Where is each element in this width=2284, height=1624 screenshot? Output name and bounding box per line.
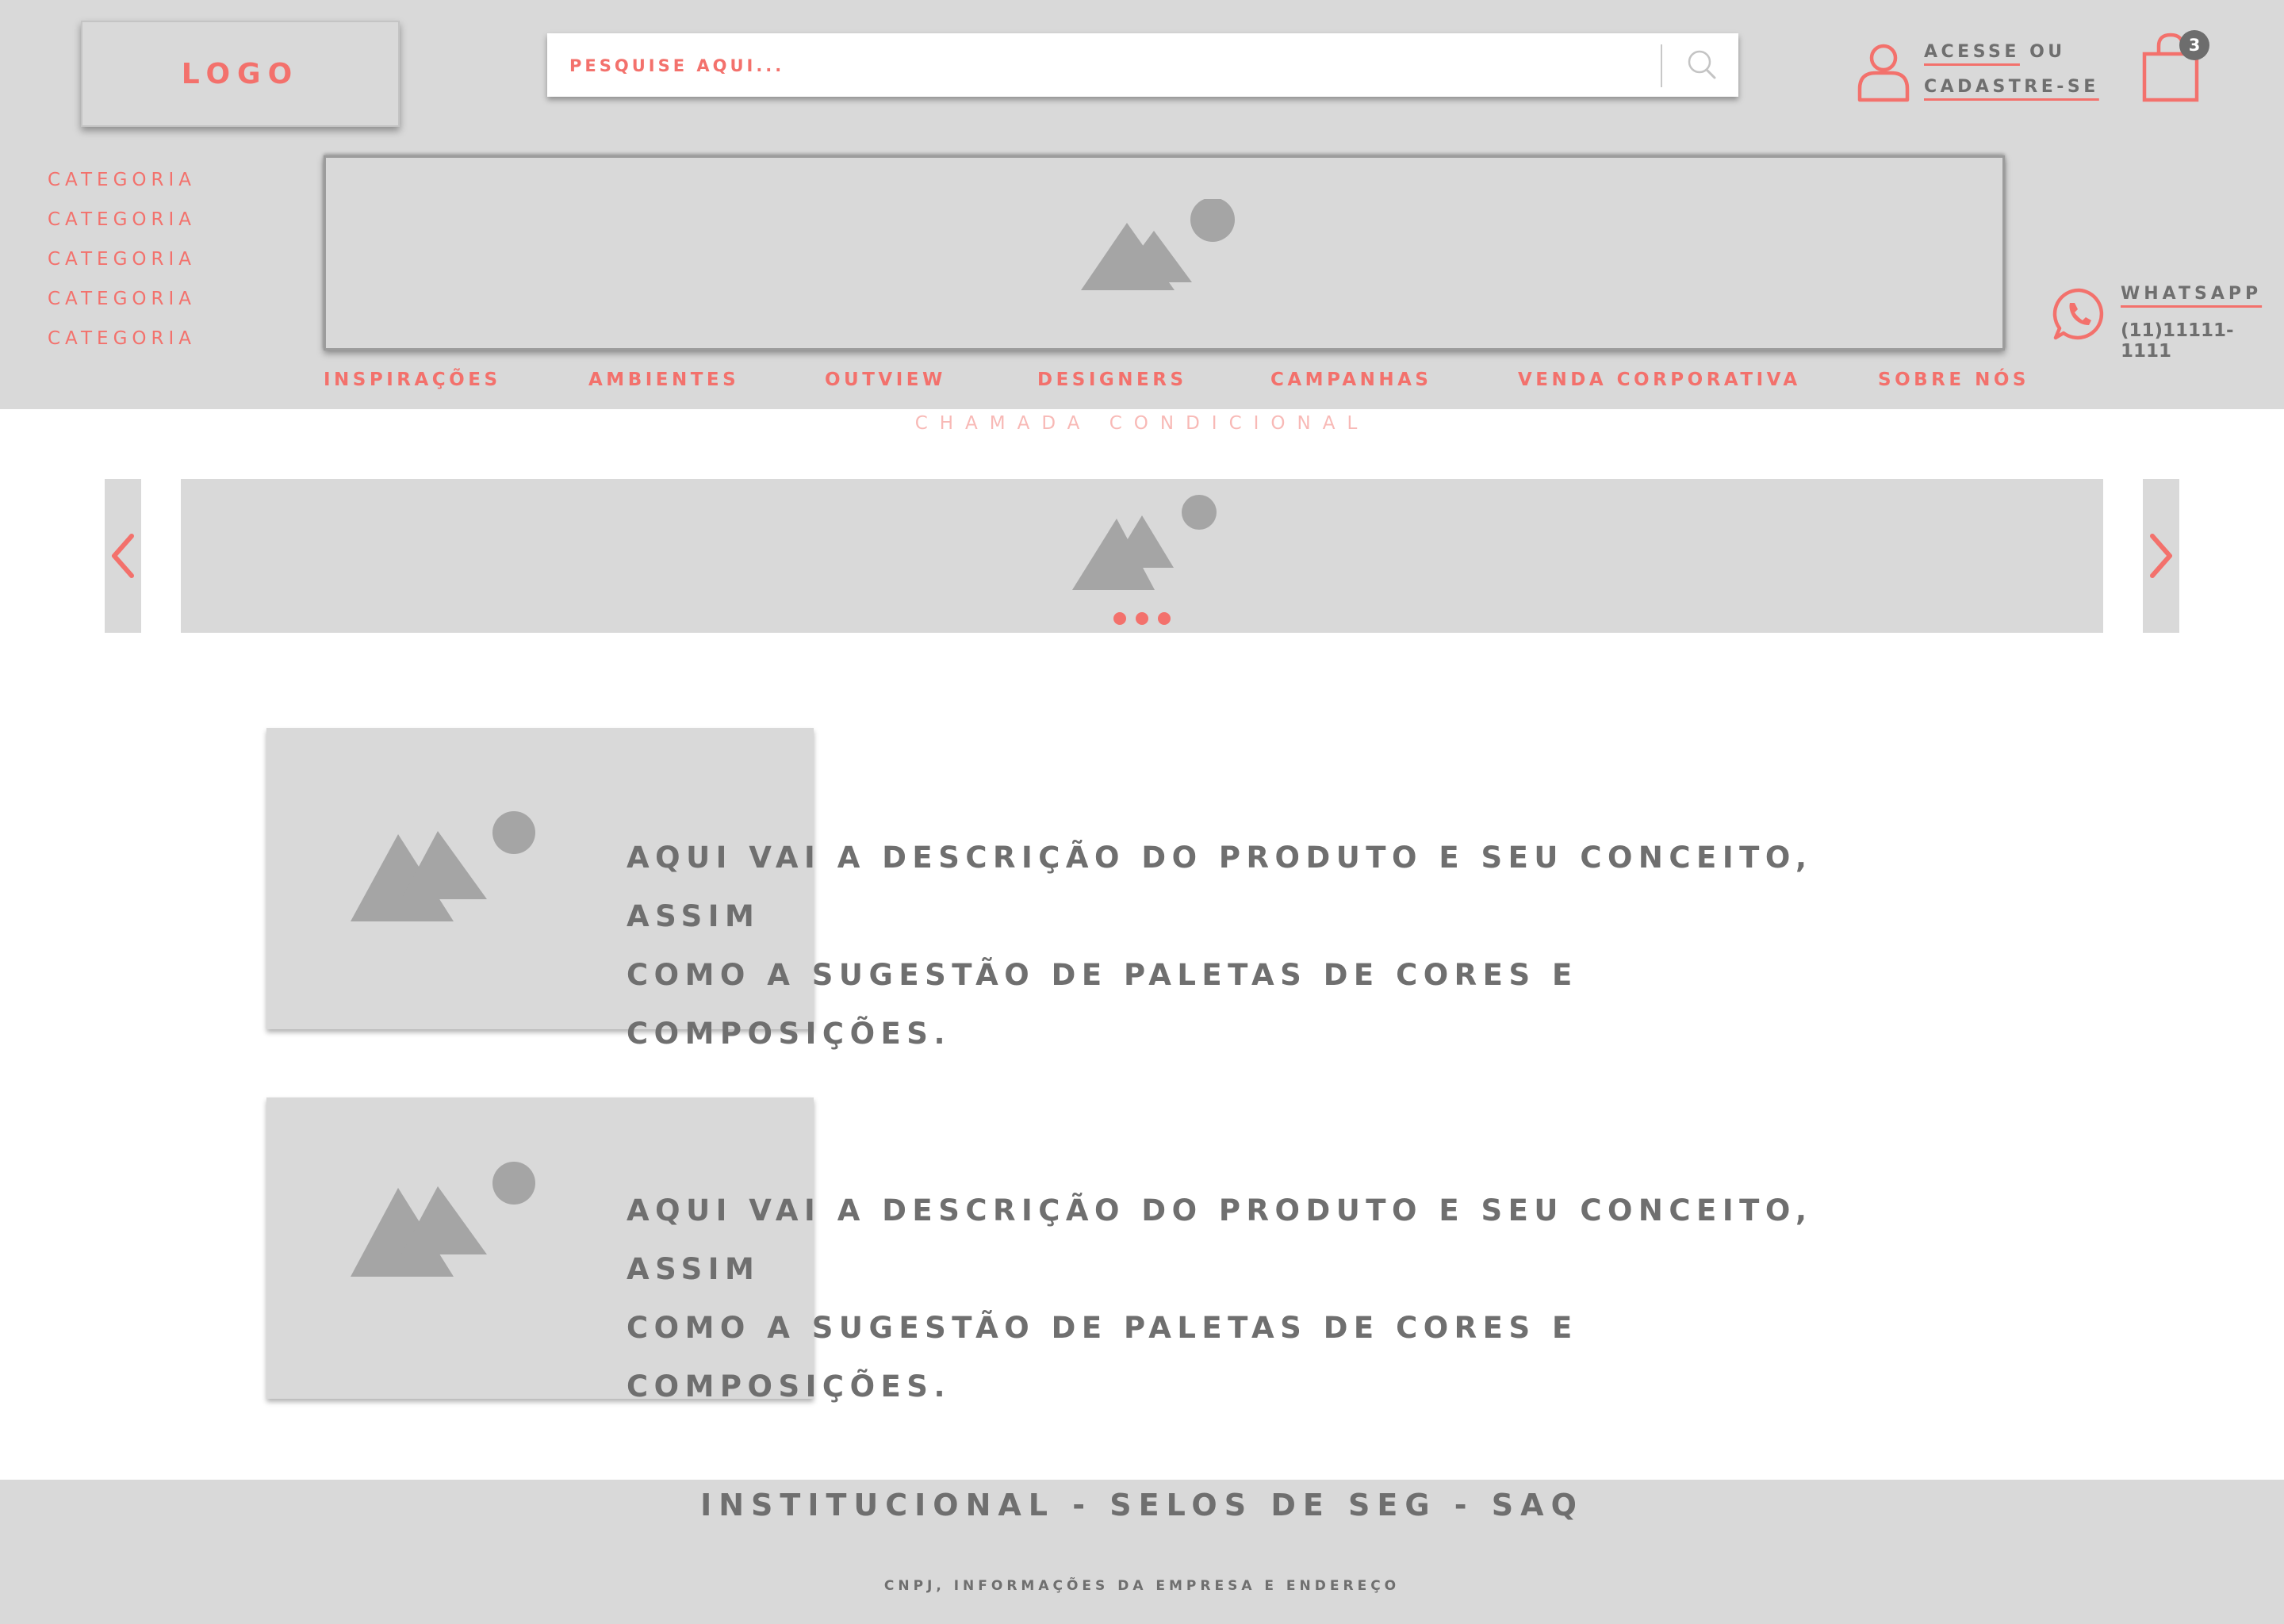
search-divider [1661,44,1662,87]
account-links: ACESSE OU CADASTRE-SE [1924,35,2099,105]
account-or-text: OU [2029,42,2066,62]
cart-count-badge: 3 [2179,30,2209,60]
category-item[interactable]: CATEGORIA [48,200,196,239]
search-icon [1688,50,1716,79]
carousel-dot[interactable] [1113,612,1126,625]
carousel-next-button[interactable] [2143,479,2179,633]
image-placeholder-icon [351,811,535,921]
logo[interactable]: LOGO [81,21,400,127]
carousel-slide[interactable] [181,479,2103,633]
image-placeholder-icon [1072,495,1217,590]
product-description-line: AQUI VAI A DESCRIÇÃO DO PRODUTO E SEU CO… [627,841,1813,933]
search-button[interactable] [1672,41,1732,89]
carousel-dot[interactable] [1158,612,1171,625]
nav-outview[interactable]: OUTVIEW [825,370,946,390]
whatsapp-phone: (11)11111-1111 [2121,320,2234,362]
search-bar [547,33,1738,98]
product-description-line: COMO A SUGESTÃO DE PALETAS DE CORES E CO… [627,1311,1578,1404]
image-placeholder-icon [1081,199,1235,290]
hero-banner[interactable] [324,155,2005,350]
whatsapp-icon[interactable] [2052,287,2106,341]
promo-callout: CHAMADA CONDICIONAL [914,413,1370,434]
category-item[interactable]: CATEGORIA [48,279,196,319]
product-description: AQUI VAI A DESCRIÇÃO DO PRODUTO E SEU CO… [627,829,1895,1063]
nav-designers[interactable]: DESIGNERS [1037,370,1187,390]
category-item[interactable]: CATEGORIA [48,160,196,200]
footer-company-info: CNPJ, INFORMAÇÕES DA EMPRESA E ENDEREÇO [883,1578,1401,1594]
login-link[interactable]: ACESSE [1924,42,2020,62]
nav-ambientes[interactable]: AMBIENTES [588,370,739,390]
carousel-prev-button[interactable] [105,479,141,633]
nav-sobre-nos[interactable]: SOBRE NÓS [1878,370,2029,390]
product-description: AQUI VAI A DESCRIÇÃO DO PRODUTO E SEU CO… [627,1182,1895,1416]
carousel-dot[interactable] [1136,612,1148,625]
chevron-right-icon [2150,534,2172,578]
user-icon[interactable] [1856,41,1911,103]
image-placeholder-icon [351,1162,535,1277]
category-item[interactable]: CATEGORIA [48,319,196,358]
footer-title: INSTITUCIONAL - SELOS DE SEG - SAQ [700,1488,1584,1522]
search-input[interactable] [568,33,1396,98]
nav-inspiracoes[interactable]: INSPIRAÇÕES [324,370,501,390]
chevron-left-icon [112,534,134,578]
register-link[interactable]: CADASTRE-SE [1924,77,2099,97]
whatsapp-link[interactable]: WHATSAPP [2121,284,2262,304]
product-description-line: COMO A SUGESTÃO DE PALETAS DE CORES E CO… [627,958,1578,1051]
logo-text: LOGO [181,57,300,90]
nav-campanhas[interactable]: CAMPANHAS [1270,370,1431,390]
product-description-line: AQUI VAI A DESCRIÇÃO DO PRODUTO E SEU CO… [627,1193,1813,1286]
category-item[interactable]: CATEGORIA [48,239,196,279]
nav-venda-corporativa[interactable]: VENDA CORPORATIVA [1518,370,1801,390]
category-menu: CATEGORIA CATEGORIA CATEGORIA CATEGORIA … [48,160,196,358]
